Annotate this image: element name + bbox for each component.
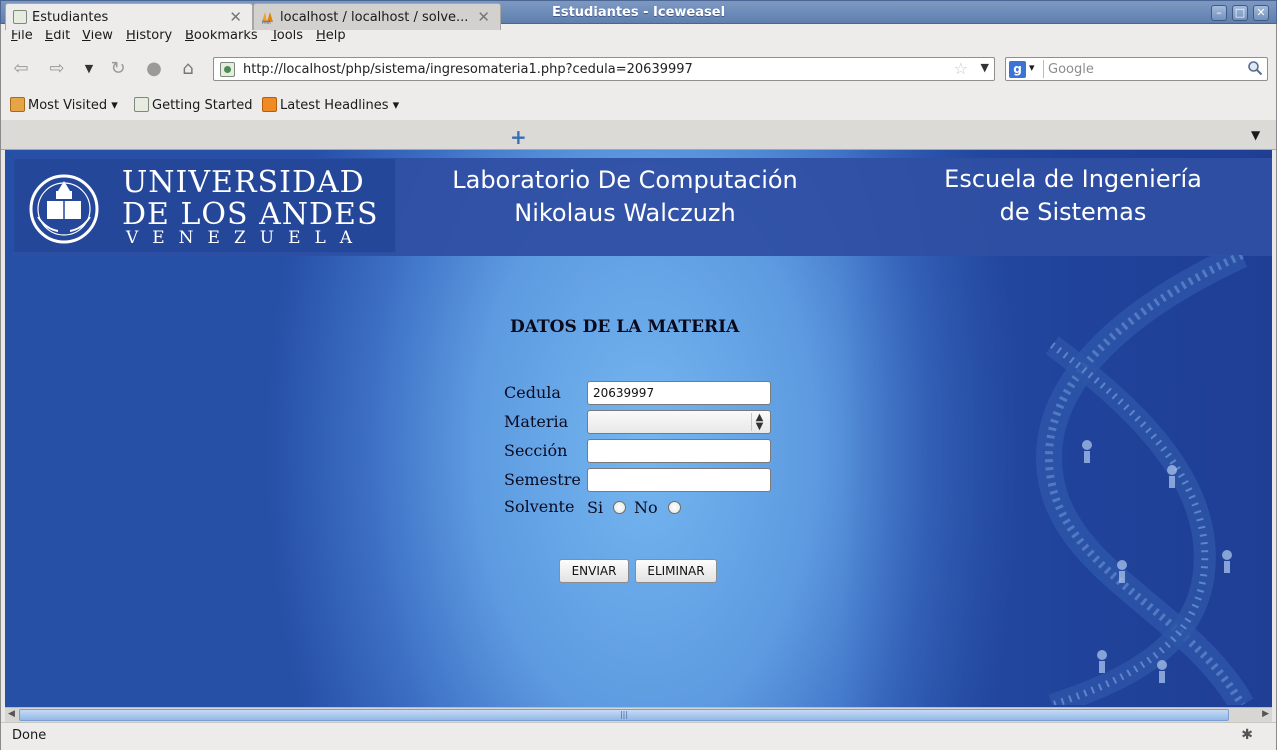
- menu-edit[interactable]: Edit: [45, 28, 70, 43]
- rss-feed-icon: [262, 97, 277, 112]
- status-text: Done: [12, 728, 47, 743]
- forward-arrow-icon[interactable]: ⇨: [46, 58, 68, 80]
- google-engine-icon[interactable]: g: [1009, 61, 1026, 78]
- url-text[interactable]: http://localhost/php/sistema/ingresomate…: [243, 62, 693, 77]
- search-bar[interactable]: g ▾ Google: [1005, 57, 1268, 81]
- materia-label: Materia: [504, 412, 569, 431]
- header-lab-title: Laboratorio De Computación Nikolaus Walc…: [452, 166, 798, 227]
- page-content: UNIVERSIDAD DE LOS ANDES VENEZUELA Labor…: [5, 150, 1272, 707]
- minimize-button[interactable]: –: [1211, 5, 1227, 21]
- eliminar-button[interactable]: ELIMINAR: [635, 559, 717, 583]
- tab-strip: [0, 120, 1277, 150]
- seccion-input[interactable]: [587, 439, 771, 463]
- url-dropdown-icon[interactable]: ▼: [981, 61, 989, 74]
- solvente-si-radio[interactable]: [613, 501, 626, 514]
- horizontal-scrollbar[interactable]: ◀ ||| ▶: [5, 707, 1272, 722]
- folder-icon: [10, 97, 25, 112]
- solvente-label: Solvente: [504, 497, 575, 516]
- engine-dropdown-icon[interactable]: ▾: [1029, 61, 1035, 74]
- page-favicon-icon: [13, 10, 27, 24]
- university-logo: UNIVERSIDAD DE LOS ANDES VENEZUELA: [13, 158, 396, 253]
- back-arrow-icon[interactable]: ⇦: [10, 58, 32, 80]
- seccion-label: Sección: [504, 441, 568, 460]
- bookmark-most-visited[interactable]: Most Visited ▾: [10, 97, 118, 113]
- tab-list-dropdown-icon[interactable]: ▼: [1251, 128, 1260, 142]
- close-tab-icon[interactable]: ✕: [229, 8, 242, 26]
- close-window-button[interactable]: ✕: [1253, 5, 1269, 21]
- header-school-title: Escuela de Ingeniería de Sistemas: [944, 165, 1202, 226]
- new-tab-icon[interactable]: +: [510, 125, 527, 149]
- search-placeholder[interactable]: Google: [1048, 62, 1094, 77]
- select-updown-icon: ▲ ▼: [751, 413, 767, 432]
- search-separator: [1043, 60, 1044, 78]
- logo-text-de-los-andes: DE LOS ANDES: [122, 197, 379, 232]
- bookmark-getting-started[interactable]: Getting Started: [134, 97, 253, 113]
- tab-estudiantes[interactable]: Estudiantes ✕: [5, 3, 253, 30]
- menu-file[interactable]: File: [11, 28, 33, 43]
- tab-phpmyadmin[interactable]: PMA localhost / localhost / solve... ✕: [253, 3, 501, 30]
- solvente-no-label: No: [634, 498, 658, 517]
- maximize-button[interactable]: □: [1232, 5, 1248, 21]
- semestre-input[interactable]: [587, 468, 771, 492]
- scroll-right-icon[interactable]: ▶: [1262, 709, 1269, 719]
- stop-icon[interactable]: ●: [143, 58, 165, 80]
- svg-text:PMA: PMA: [262, 20, 271, 24]
- window-border-left: [0, 24, 1, 750]
- form-title: DATOS DE LA MATERIA: [510, 317, 740, 337]
- page-icon: [134, 97, 149, 112]
- phpmyadmin-icon: PMA: [262, 12, 273, 24]
- cedula-input[interactable]: 20639997: [587, 381, 771, 405]
- url-bar[interactable]: http://localhost/php/sistema/ingresomate…: [213, 57, 995, 81]
- dna-helix-illustration: [1035, 255, 1254, 705]
- bookmark-star-icon[interactable]: ☆: [954, 59, 968, 78]
- reload-icon[interactable]: ↻: [107, 58, 129, 80]
- scroll-left-icon[interactable]: ◀: [8, 709, 15, 719]
- close-tab-icon[interactable]: ✕: [477, 8, 490, 26]
- solvente-si-label: Si: [587, 498, 604, 517]
- logo-text-venezuela: VENEZUELA: [126, 228, 367, 248]
- home-icon[interactable]: ⌂: [177, 58, 199, 80]
- menu-bookmarks[interactable]: Bookmarks: [185, 28, 258, 43]
- bookmarks-toolbar: Most Visited ▾ Getting Started Latest He…: [0, 90, 1277, 120]
- materia-select[interactable]: ▲ ▼: [587, 410, 771, 434]
- menu-help[interactable]: Help: [316, 28, 346, 43]
- university-seal-icon: [29, 174, 99, 244]
- bookmark-latest-headlines[interactable]: Latest Headlines ▾: [262, 97, 399, 113]
- scrollbar-thumb[interactable]: |||: [19, 709, 1229, 721]
- history-dropdown-icon[interactable]: ▼: [78, 58, 100, 80]
- logo-text-universidad: UNIVERSIDAD: [122, 165, 365, 200]
- solvente-no-radio[interactable]: [668, 501, 681, 514]
- status-bar: Done ✱: [0, 722, 1277, 750]
- semestre-label: Semestre: [504, 470, 581, 489]
- bug-icon[interactable]: ✱: [1241, 727, 1253, 743]
- menu-tools[interactable]: Tools: [271, 28, 303, 43]
- search-icon[interactable]: [1247, 60, 1263, 76]
- enviar-button[interactable]: ENVIAR: [559, 559, 629, 583]
- cedula-label: Cedula: [504, 383, 561, 402]
- menu-view[interactable]: View: [82, 28, 113, 43]
- menu-history[interactable]: History: [126, 28, 172, 43]
- site-favicon-icon: [220, 62, 235, 77]
